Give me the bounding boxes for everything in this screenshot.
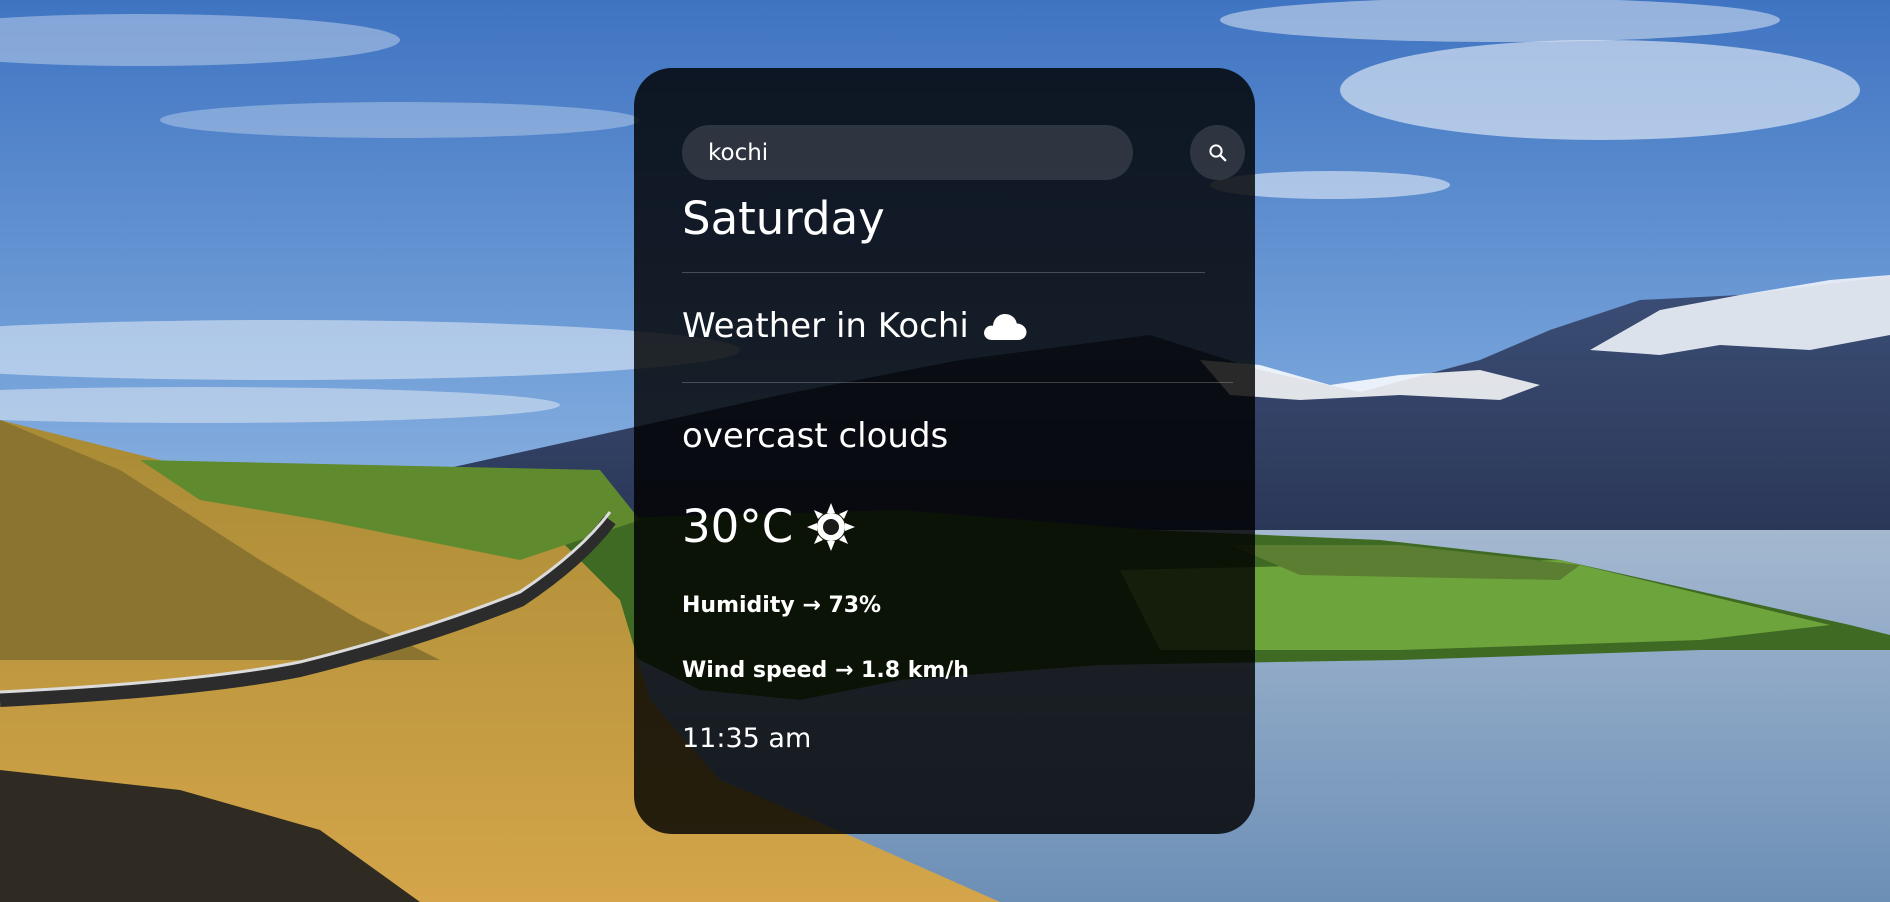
search-bar [682,125,1245,181]
day-of-week: Saturday [682,192,885,245]
search-icon [1208,143,1228,163]
divider [682,382,1233,383]
location-heading: Weather in Kochi [682,306,1029,347]
local-time: 11:35 am [682,723,812,754]
humidity-text: Humidity → 73% [682,593,882,618]
temperature-row: 30°C [682,500,857,554]
search-input[interactable] [682,125,1133,180]
weather-card: Saturday Weather in Kochi overcast cloud… [634,68,1255,834]
temperature: 30°C [682,500,794,553]
search-button[interactable] [1190,125,1245,180]
cloud-icon [981,309,1029,343]
location-label: Weather in Kochi [682,306,969,346]
divider [682,272,1205,273]
wind-speed-text: Wind speed → 1.8 km/h [682,658,969,683]
sun-icon [805,501,857,553]
weather-description: overcast clouds [682,416,949,456]
